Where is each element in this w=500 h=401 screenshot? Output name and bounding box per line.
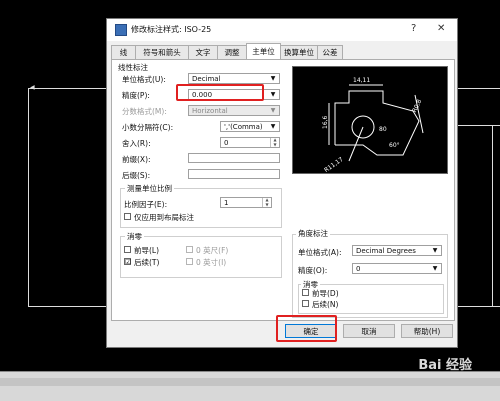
tab-tolerances[interactable]: 公差: [317, 45, 343, 59]
fraction-format-value: Horizontal: [192, 107, 228, 115]
tab-content: 线性标注 单位格式(U): Decimal ▼ 精度(P): 0.000 ▼ 分…: [111, 59, 455, 321]
angular-leading-checkbox[interactable]: [302, 289, 309, 296]
cancel-button[interactable]: 取消: [343, 324, 395, 338]
cad-line: [28, 306, 106, 307]
precision-highlight: [176, 84, 264, 101]
watermark: Bai 经验: [418, 358, 472, 373]
chevron-down-icon: ▼: [432, 265, 438, 272]
dimension-preview-drawing: 14,11 16,6 80 60° R11,17 R0,8: [322, 77, 424, 174]
cad-line: [456, 306, 500, 307]
decimal-separator-value: ','(Comma): [224, 123, 263, 131]
close-icon[interactable]: ✕: [437, 23, 445, 34]
decimal-separator-select[interactable]: ','(Comma) ▼: [220, 121, 280, 132]
round-off-label: 舍入(R):: [122, 139, 151, 148]
tab-primary-units[interactable]: 主单位: [246, 43, 281, 60]
trailing-zero-label: 后续(T): [134, 258, 160, 267]
round-off-spinner[interactable]: 0 ▲ ▼: [220, 137, 280, 148]
unit-format-value: Decimal: [192, 75, 221, 83]
preview-outline: [334, 90, 420, 156]
cad-line: [492, 125, 493, 306]
cad-line: [28, 88, 106, 89]
dialog-title: 修改标注样式: ISO-25: [131, 25, 212, 34]
suffix-input[interactable]: [188, 169, 280, 179]
tab-symbols-arrows[interactable]: 符号和箭头: [135, 45, 189, 59]
angular-unit-format-select[interactable]: Decimal Degrees ▼: [352, 245, 442, 256]
angular-leading-label: 前导(D): [312, 289, 339, 298]
dimension-style-dialog: 修改标注样式: ISO-25 ? ✕ 线 符号和箭头 文字 调整 主单位 换算单…: [106, 18, 458, 348]
decimal-separator-label: 小数分隔符(C):: [122, 123, 174, 132]
tab-fit[interactable]: 调整: [217, 45, 247, 59]
angular-precision-value: 0: [356, 265, 361, 273]
cad-arrow-icon: ◀: [30, 84, 35, 91]
precision-label: 精度(P):: [122, 91, 150, 100]
unit-format-label: 单位格式(U):: [122, 75, 166, 84]
angular-precision-select[interactable]: 0 ▼: [352, 263, 442, 274]
scale-group-title: 测量单位比例: [125, 183, 174, 194]
angular-group-title: 角度标注: [296, 228, 330, 239]
zero-feet-label: 0 英尺(F): [196, 246, 229, 255]
round-off-value: 0: [224, 139, 229, 147]
cad-line: [456, 125, 500, 126]
trailing-zero-checkbox[interactable]: ☑: [124, 258, 131, 266]
angular-trailing-label: 后续(N): [312, 300, 339, 309]
preview-dim-text: R0,8: [411, 98, 423, 114]
chevron-down-icon: ▼: [270, 75, 276, 82]
preview-dim-text: 80: [379, 126, 387, 133]
preview-dim-text: 60°: [389, 142, 400, 149]
prefix-input[interactable]: [188, 153, 280, 163]
apply-layout-only-label: 仅应用到布局标注: [134, 213, 194, 222]
fraction-format-label: 分数格式(M):: [122, 107, 167, 116]
fraction-format-select[interactable]: Horizontal ▼: [188, 105, 280, 116]
tab-lines[interactable]: 线: [111, 45, 136, 59]
title-bar: 修改标注样式: ISO-25 ? ✕: [107, 19, 457, 41]
preview-dim-text: 14,11: [353, 77, 370, 84]
angular-precision-label: 精度(O):: [298, 266, 328, 275]
help-button[interactable]: 帮助(H): [401, 324, 453, 338]
angular-unit-format-label: 单位格式(A):: [298, 248, 342, 257]
angular-trailing-checkbox[interactable]: [302, 300, 309, 307]
preview-dim-text: 16,6: [322, 115, 329, 129]
chevron-down-icon: ▼: [432, 247, 438, 254]
status-bar: [0, 371, 500, 401]
unit-format-select[interactable]: Decimal ▼: [188, 73, 280, 84]
app-icon: [115, 24, 127, 36]
scale-factor-spinner[interactable]: 1 ▲ ▼: [220, 197, 272, 208]
chevron-down-icon: ▼: [270, 107, 276, 114]
leading-zero-checkbox[interactable]: [124, 246, 131, 253]
zero-inch-label: 0 英寸(I): [196, 258, 227, 267]
leading-zero-label: 前导(L): [134, 246, 160, 255]
preview-dim-text: R11,17: [323, 156, 345, 173]
apply-layout-only-checkbox[interactable]: [124, 213, 131, 220]
prefix-label: 前缀(X):: [122, 155, 151, 164]
scale-factor-label: 比例因子(E):: [124, 200, 168, 209]
zero-suppression-title: 消零: [125, 231, 144, 242]
chevron-down-icon: ▼: [270, 123, 276, 130]
spinner-arrows-icon[interactable]: ▲ ▼: [270, 137, 279, 147]
scale-factor-value: 1: [224, 199, 229, 207]
ok-button-highlight: [276, 315, 337, 342]
help-icon[interactable]: ?: [411, 23, 416, 34]
zero-feet-checkbox[interactable]: [186, 246, 193, 253]
spinner-arrows-icon[interactable]: ▲ ▼: [262, 197, 271, 207]
linear-group-title: 线性标注: [118, 63, 148, 72]
preview-leader: [348, 126, 364, 162]
tab-text[interactable]: 文字: [188, 45, 218, 59]
suffix-label: 后缀(S):: [122, 171, 151, 180]
preview-panel: 14,11 16,6 80 60° R11,17 R0,8: [292, 66, 448, 174]
cad-line: [456, 88, 500, 89]
zero-inch-checkbox[interactable]: [186, 258, 193, 265]
tab-alternate-units[interactable]: 换算单位: [280, 45, 318, 59]
chevron-down-icon: ▼: [270, 91, 276, 98]
cad-line: [28, 88, 29, 306]
angular-unit-format-value: Decimal Degrees: [356, 247, 416, 255]
